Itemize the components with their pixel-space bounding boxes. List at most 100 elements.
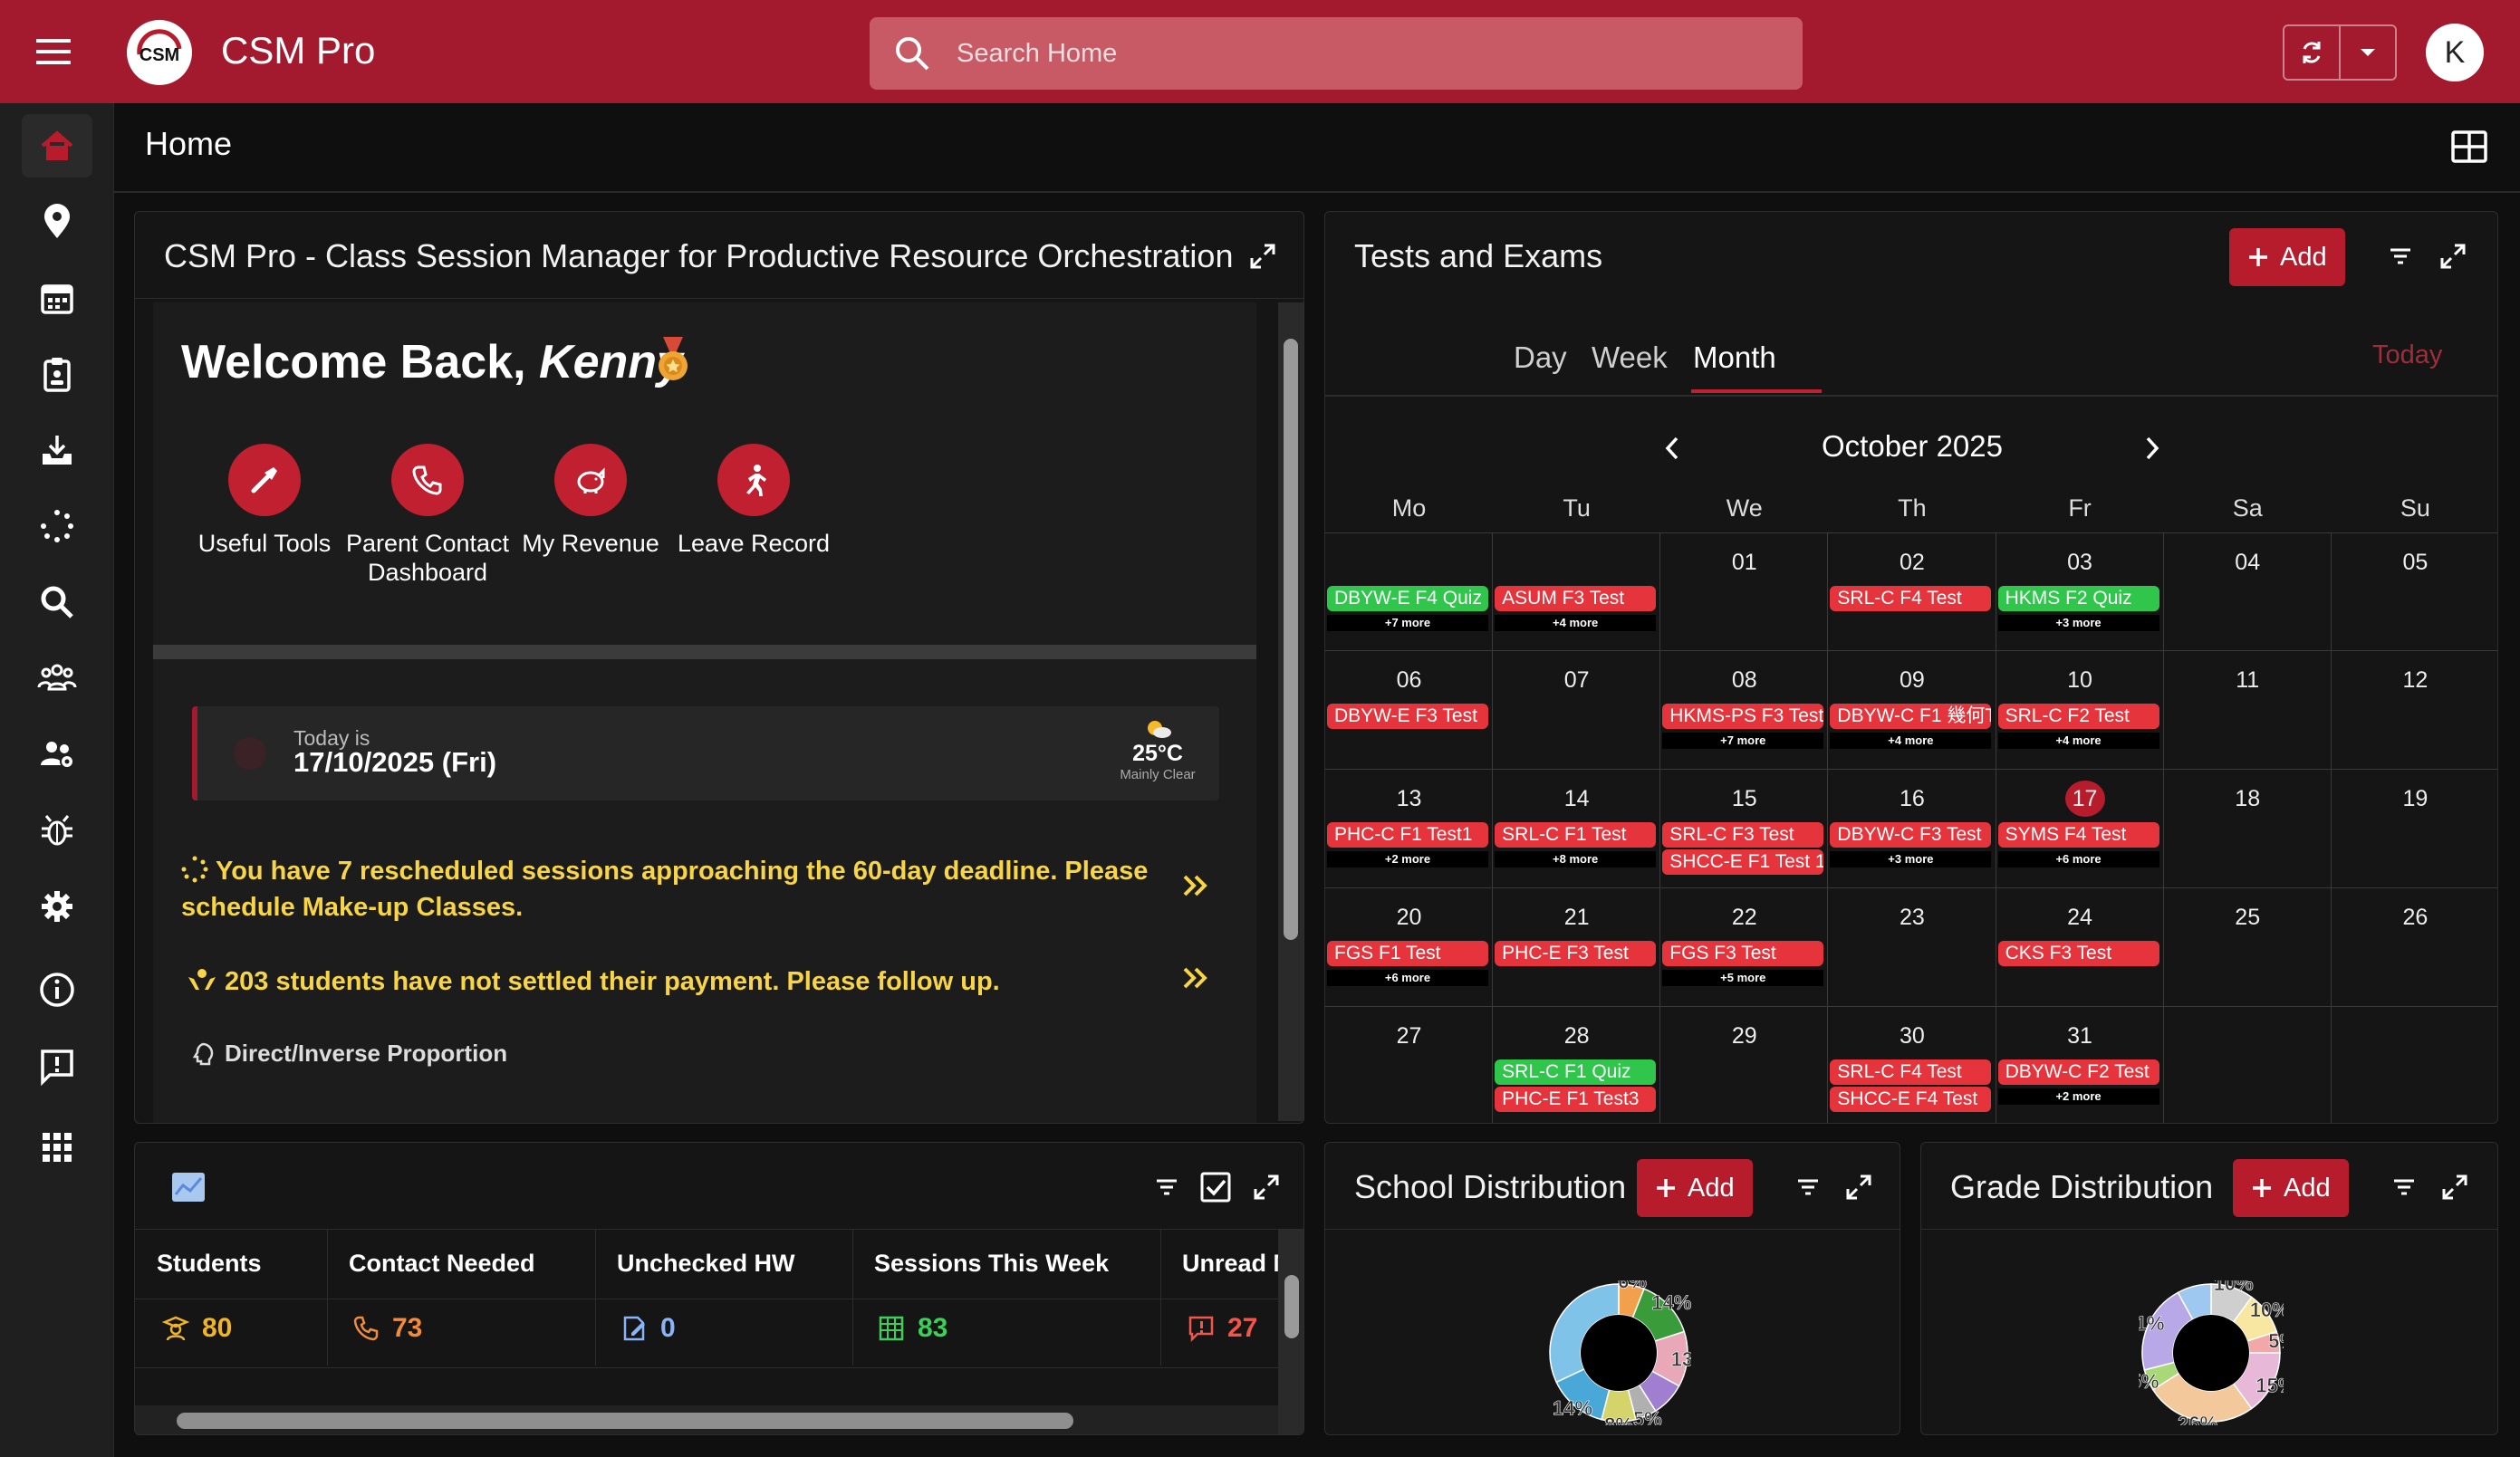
calendar-event[interactable]: SRL-C F4 Test [1830,586,1992,611]
add-school-button[interactable]: Add [1637,1159,1753,1217]
more-events-link[interactable]: +6 more [1997,851,2159,867]
more-events-link[interactable]: +4 more [1830,733,1992,749]
calendar-event[interactable]: ASUM F3 Test [1495,586,1657,611]
calendar-day-cell[interactable]: 03 HKMS F2 Quiz +3 more [1996,532,2164,651]
calendar-event[interactable]: DBYW-C F3 Test [1830,822,1992,848]
bug-icon[interactable] [22,799,92,862]
stat-unread-messages[interactable]: 27 [1188,1313,1257,1344]
calendar-day-cell[interactable]: ASUM F3 Test +4 more [1493,532,1661,651]
layout-grid-icon[interactable] [2449,127,2489,167]
calendar-day-cell[interactable] [2164,1007,2332,1123]
calendar-event[interactable]: HKMS-PS F3 Test [1662,704,1824,729]
tab-day[interactable]: Day [1514,340,1567,375]
home-icon[interactable] [22,114,92,177]
calendar-day-cell[interactable]: 22 FGS F3 Test +5 more [1660,888,1829,1007]
calendar-day-cell[interactable]: 26 [2331,888,2497,1007]
calendar-event[interactable]: SYMS F4 Test [1997,822,2159,848]
calendar-day-cell[interactable]: 12 [2331,651,2497,770]
calendar-event[interactable]: PHC-C F1 Test1 [1327,822,1488,848]
parent-contact-dashboard-button[interactable]: Parent Contact Dashboard [337,444,518,587]
filter-icon[interactable] [2380,235,2421,277]
chevron-right-icon[interactable] [2131,427,2173,469]
app-logo[interactable]: CSM [127,20,192,85]
search-bar[interactable] [870,17,1803,90]
calendar-day-cell[interactable]: 15 SRL-C F3 Test SHCC-E F1 Test 1 [1660,770,1829,888]
calendar-day-cell[interactable]: 14 SRL-C F1 Test +8 more [1493,770,1661,888]
calendar-day-cell[interactable]: 18 [2163,770,2332,888]
calendar-day-cell[interactable]: 01 [1660,532,1829,651]
filter-icon[interactable] [1146,1166,1188,1208]
calendar-event[interactable]: CKS F3 Test [1997,941,2159,966]
chevron-down-icon[interactable] [2341,26,2395,79]
calendar-day-cell[interactable]: 04 [2163,532,2332,651]
search-nav-icon[interactable] [22,570,92,634]
payment-notice[interactable]: 203 students have not settled their paym… [187,963,1165,1000]
calendar-day-cell[interactable]: 23 [1828,888,1996,1007]
calendar-day-cell[interactable]: 11 [2163,651,2332,770]
my-revenue-button[interactable]: My Revenue [500,444,681,558]
calendar-day-cell[interactable]: 16 DBYW-C F3 Test +3 more [1828,770,1996,888]
calendar-event[interactable]: SHCC-E F1 Test 1 [1662,849,1824,875]
expand-icon[interactable] [1242,235,1284,277]
calendar-event[interactable]: SRL-C F2 Test [1997,704,2159,729]
calendar-day-cell[interactable]: 17 SYMS F4 Test +6 more [1996,770,2164,888]
apps-grid-icon[interactable] [22,1116,92,1179]
location-icon[interactable] [22,190,92,254]
loading-dots-icon[interactable] [22,494,92,558]
tab-week[interactable]: Week [1592,340,1668,375]
reschedule-notice[interactable]: You have 7 rescheduled sessions approach… [181,853,1159,925]
gear-icon[interactable] [22,875,92,938]
hamburger-menu-icon[interactable] [33,34,82,70]
more-events-link[interactable]: +4 more [1495,615,1657,631]
calendar-event[interactable]: FGS F1 Test [1327,941,1488,966]
calendar-event[interactable]: DBYW-C F1 幾何T [1830,704,1992,729]
calendar-day-cell[interactable]: 06 DBYW-E F3 Test [1325,651,1494,770]
more-events-link[interactable]: +6 more [1327,970,1488,986]
vertical-scrollbar[interactable] [1278,1230,1303,1434]
calendar-event[interactable]: DBYW-C F2 Test [1997,1059,2159,1085]
calendar-day-cell[interactable]: 30 SRL-C F4 Test SHCC-E F4 Test [1828,1007,1996,1123]
calendar-day-cell[interactable]: 28 SRL-C F1 Quiz PHC-E F1 Test3 [1493,1007,1661,1123]
clipboard-icon[interactable] [22,342,92,406]
calendar-icon[interactable] [22,266,92,330]
download-tray-icon[interactable] [22,418,92,482]
calendar-day-cell[interactable] [2332,1007,2497,1123]
expand-icon[interactable] [2432,235,2474,277]
more-events-link[interactable]: +5 more [1662,970,1824,986]
calendar-day-cell[interactable]: 08 HKMS-PS F3 Test +7 more [1660,651,1829,770]
double-chevron-right-icon[interactable] [1179,962,1212,994]
more-events-link[interactable]: +7 more [1327,615,1488,631]
more-events-link[interactable]: +2 more [1997,1088,2159,1105]
column-header-sessions-this-week[interactable]: Sessions This Week [874,1250,1109,1278]
calendar-day-cell[interactable]: 24 CKS F3 Test [1996,888,2164,1007]
today-button[interactable]: Today [2372,340,2442,370]
filter-icon[interactable] [1787,1166,1829,1208]
add-test-button[interactable]: Add [2229,228,2345,286]
calendar-event[interactable]: DBYW-E F4 Quiz [1327,586,1488,611]
user-avatar[interactable]: K [2426,24,2484,81]
add-grade-button[interactable]: Add [2233,1159,2349,1217]
calendar-day-cell[interactable]: 19 [2331,770,2497,888]
calendar-day-cell[interactable]: DBYW-E F4 Quiz +7 more [1325,532,1494,651]
leave-record-button[interactable]: Leave Record [663,444,844,558]
sync-icon[interactable] [2284,26,2341,79]
calendar-event[interactable]: SRL-C F1 Quiz [1495,1059,1657,1085]
calendar-event[interactable]: SHCC-E F4 Test [1830,1087,1992,1112]
calendar-day-cell[interactable]: 20 FGS F1 Test +6 more [1325,888,1494,1007]
double-chevron-right-icon[interactable] [1179,869,1212,902]
calendar-day-cell[interactable]: 21 PHC-E F3 Test [1493,888,1661,1007]
stat-students[interactable]: 80 [162,1313,232,1344]
calendar-event[interactable]: PHC-E F3 Test [1495,941,1657,966]
calendar-day-cell[interactable]: 02 SRL-C F4 Test [1828,532,1996,651]
more-events-link[interactable]: +3 more [1997,615,2159,631]
calendar-event[interactable]: DBYW-E F3 Test [1327,704,1488,729]
calendar-event[interactable]: PHC-E F1 Test3 [1495,1087,1657,1112]
more-events-link[interactable]: +4 more [1997,733,2159,749]
lesson-item[interactable]: Direct/Inverse Proportion [190,1040,507,1068]
calendar-day-cell[interactable]: 09 DBYW-C F1 幾何T +4 more [1828,651,1996,770]
column-header-unread[interactable]: Unread M [1182,1250,1278,1278]
expand-icon[interactable] [1246,1166,1287,1208]
calendar-day-cell[interactable]: 31 DBYW-C F2 Test +2 more [1996,1007,2164,1123]
calendar-day-cell[interactable]: 07 [1493,651,1661,770]
column-header-contact-needed[interactable]: Contact Needed [349,1250,535,1278]
